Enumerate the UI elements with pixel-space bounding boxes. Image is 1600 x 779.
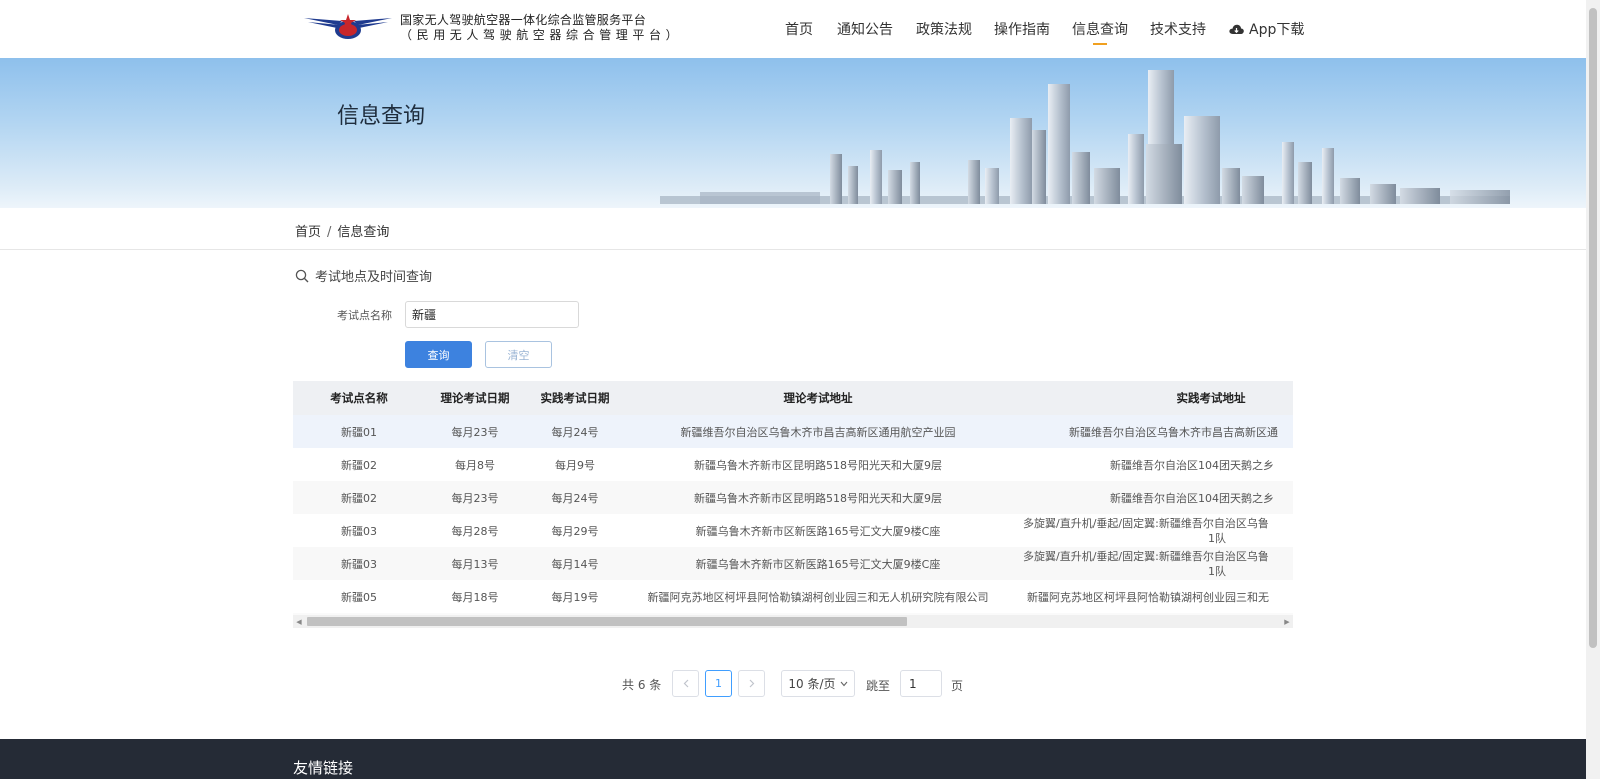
page-banner: 信息查询 <box>0 58 1586 208</box>
cell-practice-date: 每月19号 <box>551 590 599 604</box>
cell-theory-date: 每月13号 <box>451 557 499 571</box>
chevron-left-icon <box>683 679 688 688</box>
page-scroll-thumb[interactable] <box>1589 8 1597 648</box>
cell-name: 新疆05 <box>341 590 377 604</box>
search-section-label: 考试地点及时间查询 <box>315 270 433 285</box>
breadcrumb-current: 信息查询 <box>337 225 390 240</box>
col-header-theory-addr: 理论考试地址 <box>783 391 853 405</box>
pagination-total: 共 6 条 <box>622 678 662 692</box>
cell-theory-addr: 新疆乌鲁木齐新市区新医路165号汇文大厦9楼C座 <box>695 524 941 538</box>
search-section-title: 考试地点及时间查询 <box>295 266 432 285</box>
table-row[interactable]: 新疆02 每月23号 每月24号 新疆乌鲁木齐新市区昆明路518号阳光天和大厦9… <box>293 481 1293 514</box>
cell-theory-addr: 新疆乌鲁木齐新市区昆明路518号阳光天和大厦9层 <box>694 458 942 472</box>
cell-practice-addr: 新疆阿克苏地区柯坪县阿恰勒镇湖柯创业园三和无 <box>1027 590 1269 604</box>
cloud-download-icon <box>1229 24 1244 34</box>
cell-theory-date: 每月23号 <box>451 425 499 439</box>
table-row[interactable]: 新疆03 每月28号 每月29号 新疆乌鲁木齐新市区新医路165号汇文大厦9楼C… <box>293 514 1293 547</box>
cell-name: 新疆03 <box>341 557 377 571</box>
cell-practice-addr-line1: 多旋翼/直升机/垂起/固定翼:新疆维吾尔自治区乌鲁 <box>1023 549 1269 563</box>
nav-guides[interactable]: 操作指南 <box>994 19 1050 39</box>
cell-theory-addr: 新疆乌鲁木齐新市区昆明路518号阳光天和大厦9层 <box>694 491 942 505</box>
nav-policies[interactable]: 政策法规 <box>916 19 972 39</box>
exam-site-label: 考试点名称 <box>337 309 392 322</box>
table-row[interactable]: 新疆01 每月23号 每月24号 新疆维吾尔自治区乌鲁木齐市昌吉高新区通用航空产… <box>293 415 1293 448</box>
banner-title: 信息查询 <box>337 104 426 129</box>
page-unit-label: 页 <box>951 679 964 693</box>
col-header-practice-date: 实践考试日期 <box>540 391 610 405</box>
cell-theory-date: 每月8号 <box>455 458 495 472</box>
cell-practice-addr-line2: 1队 <box>1208 531 1226 545</box>
cell-practice-date: 每月24号 <box>551 491 599 505</box>
nav-app-download[interactable]: App下载 <box>1229 19 1304 39</box>
table-row[interactable]: 新疆03 每月13号 每月14号 新疆乌鲁木齐新市区新医路165号汇文大厦9楼C… <box>293 547 1293 580</box>
cell-theory-date: 每月23号 <box>451 491 499 505</box>
cell-name: 新疆02 <box>341 458 377 472</box>
divider <box>0 249 1586 250</box>
cell-theory-addr: 新疆乌鲁木齐新市区新医路165号汇文大厦9楼C座 <box>695 557 941 571</box>
cell-practice-addr: 新疆维吾尔自治区104团天鹅之乡 <box>1110 458 1274 472</box>
city-skyline-illustration <box>660 70 1510 204</box>
breadcrumb-separator: / <box>327 225 332 240</box>
query-button[interactable]: 查询 <box>405 341 472 368</box>
cell-theory-addr: 新疆维吾尔自治区乌鲁木齐市昌吉高新区通用航空产业园 <box>680 425 956 439</box>
jump-to-input[interactable] <box>900 670 942 697</box>
cell-practice-date: 每月9号 <box>555 458 595 472</box>
cell-practice-date: 每月14号 <box>551 557 599 571</box>
results-table: 考试点名称 理论考试日期 实践考试日期 理论考试地址 实践考试地址 新疆01 每… <box>293 381 1293 628</box>
page-vertical-scrollbar[interactable] <box>1586 0 1600 779</box>
next-page-button[interactable] <box>738 670 765 697</box>
scroll-left-arrow-icon[interactable]: ◀ <box>293 615 305 628</box>
col-header-name: 考试点名称 <box>330 391 388 405</box>
site-footer: 友情链接 <box>0 739 1586 779</box>
table-row[interactable]: 新疆02 每月8号 每月9号 新疆乌鲁木齐新市区昆明路518号阳光天和大厦9层 … <box>293 448 1293 481</box>
nav-app-label: App下载 <box>1249 22 1305 38</box>
cell-practice-date: 每月29号 <box>551 524 599 538</box>
cell-practice-addr: 新疆维吾尔自治区104团天鹅之乡 <box>1110 491 1274 505</box>
table-horizontal-scrollbar[interactable]: ◀ ▶ <box>293 615 1293 628</box>
nav-notices[interactable]: 通知公告 <box>837 19 893 39</box>
main-nav: 首页 通知公告 政策法规 操作指南 信息查询 技术支持 App下载 <box>0 19 1586 49</box>
prev-page-button[interactable] <box>672 670 699 697</box>
search-icon <box>295 269 309 282</box>
cell-practice-addr: 新疆维吾尔自治区乌鲁木齐市昌吉高新区通 <box>1069 425 1278 439</box>
nav-info-query[interactable]: 信息查询 <box>1072 19 1128 45</box>
breadcrumb-home[interactable]: 首页 <box>295 225 321 240</box>
col-header-practice-addr: 实践考试地址 <box>1176 391 1246 405</box>
table-row[interactable]: 新疆05 每月18号 每月19号 新疆阿克苏地区柯坪县阿恰勒镇湖柯创业园三和无人… <box>293 580 1293 613</box>
cell-theory-addr: 新疆阿克苏地区柯坪县阿恰勒镇湖柯创业园三和无人机研究院有限公司 <box>647 590 989 604</box>
page-size-value: 10 条/页 <box>788 677 836 691</box>
scroll-right-arrow-icon[interactable]: ▶ <box>1281 615 1293 628</box>
cell-theory-date: 每月28号 <box>451 524 499 538</box>
clear-button[interactable]: 清空 <box>485 341 552 368</box>
cell-name: 新疆02 <box>341 491 377 505</box>
breadcrumb: 首页 / 信息查询 <box>295 221 389 240</box>
cell-name: 新疆03 <box>341 524 377 538</box>
nav-tech-support[interactable]: 技术支持 <box>1150 19 1206 39</box>
chevron-down-icon <box>840 681 847 686</box>
exam-site-input[interactable] <box>405 301 579 328</box>
col-header-theory-date: 理论考试日期 <box>440 391 510 405</box>
nav-home[interactable]: 首页 <box>785 19 813 39</box>
cell-name: 新疆01 <box>341 425 377 439</box>
scroll-thumb[interactable] <box>307 617 907 626</box>
site-header: 国家无人驾驶航空器一体化综合监管服务平台 （民用无人驾驶航空器综合管理平台） 首… <box>0 0 1586 58</box>
page-number-current[interactable]: 1 <box>705 670 732 697</box>
cell-practice-addr-line2: 1队 <box>1208 564 1226 578</box>
page-size-select[interactable]: 10 条/页 <box>781 670 855 697</box>
friendly-links-title: 友情链接 <box>293 759 354 777</box>
table-header: 考试点名称 理论考试日期 实践考试日期 理论考试地址 实践考试地址 <box>293 381 1293 415</box>
chevron-right-icon <box>749 679 754 688</box>
jump-to-label: 跳至 <box>866 679 891 693</box>
cell-practice-addr: 多旋翼/直升机/垂起/固定翼:新疆维吾尔自治区乌鲁 1队 <box>1011 514 1293 547</box>
cell-practice-addr-line1: 多旋翼/直升机/垂起/固定翼:新疆维吾尔自治区乌鲁 <box>1023 516 1269 530</box>
cell-practice-date: 每月24号 <box>551 425 599 439</box>
cell-practice-addr: 多旋翼/直升机/垂起/固定翼:新疆维吾尔自治区乌鲁 1队 <box>1011 547 1293 580</box>
cell-theory-date: 每月18号 <box>451 590 499 604</box>
